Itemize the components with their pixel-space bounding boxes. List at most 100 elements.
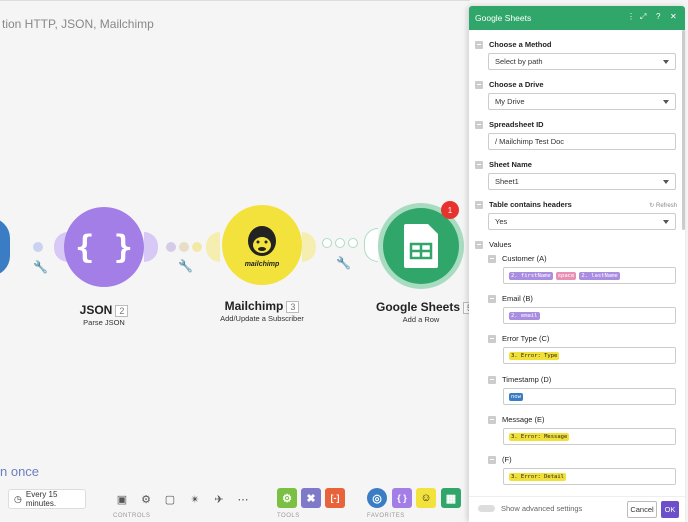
cancel-button[interactable]: Cancel	[627, 501, 657, 518]
collapse-toggle[interactable]	[488, 294, 496, 303]
spreadsheet-picker[interactable]: / Mailchimp Test Doc	[488, 133, 676, 150]
collapse-toggle[interactable]	[488, 375, 496, 384]
http-module-partial[interactable]	[0, 218, 10, 276]
field-label: Email (B)	[488, 294, 533, 303]
chevron-down-icon	[663, 180, 669, 184]
more-icon[interactable]: ⋯	[234, 490, 252, 508]
clock-icon: ◷	[14, 493, 22, 504]
scenario-title: tion HTTP, JSON, Mailchimp	[2, 17, 154, 31]
favorite-json-icon[interactable]: { }	[392, 488, 412, 508]
gear-icon[interactable]: ⚙	[137, 490, 155, 508]
advanced-settings-label: Show advanced settings	[501, 504, 583, 513]
panel-scrollbar[interactable]	[682, 30, 685, 230]
mapping-pill[interactable]: now	[509, 392, 523, 401]
headers-label: Table contains headers	[475, 200, 572, 209]
collapse-toggle[interactable]	[488, 254, 496, 263]
google-sheets-module-name: Google Sheets5	[376, 300, 477, 314]
connection-dot	[192, 242, 202, 252]
values-label: Values	[475, 240, 511, 249]
tools-router-icon[interactable]: ✖	[301, 488, 321, 508]
favorites-label: FAVORITES	[367, 513, 405, 519]
mailchimp-module[interactable]: mailchimp	[222, 205, 302, 285]
expand-icon[interactable]: ⤢	[640, 12, 646, 22]
spreadsheet-label: Spreadsheet ID	[475, 120, 544, 129]
help-icon[interactable]: ?	[656, 12, 660, 21]
connection-dot	[166, 242, 176, 252]
wrench-icon[interactable]: 🔧	[178, 259, 193, 273]
chevron-down-icon	[663, 60, 669, 64]
collapse-toggle[interactable]	[488, 455, 496, 464]
mapping-pill[interactable]: 3. Error: Type	[509, 351, 560, 360]
mapping-pill[interactable]: 2. lastName	[579, 271, 620, 280]
run-once-label[interactable]: n once	[0, 464, 39, 479]
collapse-toggle[interactable]	[475, 160, 483, 169]
tools-text-parser-icon[interactable]: [-]	[325, 488, 345, 508]
magic-wand-icon[interactable]: ✴	[186, 490, 204, 508]
mailchimp-wordmark: mailchimp	[244, 260, 280, 268]
controls-label: CONTROLS	[113, 513, 151, 519]
drive-label: Choose a Drive	[475, 80, 544, 89]
method-select[interactable]: Select by path	[488, 53, 676, 70]
collapse-toggle[interactable]	[475, 40, 483, 49]
field-input-customer[interactable]: 2. firstName space 2. lastName	[503, 267, 676, 284]
connection-dot	[348, 238, 358, 248]
chevron-down-icon	[663, 220, 669, 224]
mailchimp-monkey-icon	[248, 225, 276, 256]
connection-dot	[322, 238, 332, 248]
collapse-toggle[interactable]	[475, 240, 483, 249]
flow-icon[interactable]: ✈	[210, 490, 228, 508]
collapse-toggle[interactable]	[488, 415, 496, 424]
sheet-name-select[interactable]: Sheet1	[488, 173, 676, 190]
close-icon[interactable]: ✕	[670, 12, 677, 21]
collapse-toggle[interactable]	[475, 120, 483, 129]
refresh-button[interactable]: ↻ Refresh	[649, 202, 677, 209]
field-label: Customer (A)	[488, 254, 547, 263]
schedule-button[interactable]: ◷ Every 15 minutes.	[8, 489, 86, 509]
mailchimp-module-subtitle: Add/Update a Subscriber	[220, 314, 304, 323]
field-input-message[interactable]: 3. Error: Message	[503, 428, 676, 445]
panel-body[interactable]: Choose a Method Select by path Choose a …	[469, 30, 685, 496]
field-input-error-type[interactable]: 3. Error: Type	[503, 347, 676, 364]
save-icon[interactable]: ▣	[113, 490, 131, 508]
favorite-mailchimp-icon[interactable]: ☺	[416, 488, 436, 508]
tools-gear-icon[interactable]: ⚙	[277, 488, 297, 508]
collapse-toggle[interactable]	[488, 334, 496, 343]
field-input-timestamp[interactable]: now	[503, 388, 676, 405]
field-input-f[interactable]: 3. Error: Detail	[503, 468, 676, 485]
mailchimp-module-name: Mailchimp 3	[212, 299, 312, 313]
field-input-email[interactable]: 2. email	[503, 307, 676, 324]
json-module-subtitle: Parse JSON	[83, 318, 125, 327]
field-label: Error Type (C)	[488, 334, 549, 343]
json-module[interactable]: { }	[64, 207, 144, 287]
chevron-down-icon	[663, 100, 669, 104]
method-label: Choose a Method	[475, 40, 552, 49]
mapping-pill[interactable]: 3. Error: Detail	[509, 472, 566, 481]
connection-lobe	[144, 232, 158, 262]
module-settings-panel: Google Sheets ⋮ ⤢ ? ✕ Choose a Method Se…	[469, 6, 685, 522]
mapping-pill[interactable]: 3. Error: Message	[509, 432, 570, 441]
favorite-google-sheets-icon[interactable]: ▦	[441, 488, 461, 508]
panel-header: Google Sheets ⋮ ⤢ ? ✕	[469, 6, 685, 30]
error-badge[interactable]: 1	[441, 201, 459, 219]
schedule-label: Every 15 minutes.	[25, 490, 58, 508]
notes-icon[interactable]: ▢	[161, 490, 179, 508]
ok-button[interactable]: OK	[661, 501, 679, 518]
mapping-pill[interactable]: 2. firstName	[509, 271, 553, 280]
drive-select[interactable]: My Drive	[488, 93, 676, 110]
headers-select[interactable]: Yes	[488, 213, 676, 230]
collapse-toggle[interactable]	[475, 80, 483, 89]
more-vertical-icon[interactable]: ⋮	[627, 12, 635, 21]
panel-footer: Show advanced settings Cancel OK	[469, 496, 685, 522]
wrench-icon[interactable]: 🔧	[33, 260, 48, 274]
sheets-icon	[404, 224, 438, 268]
connection-dot	[335, 238, 345, 248]
mapping-pill[interactable]: 2. email	[509, 311, 540, 320]
advanced-settings-toggle[interactable]	[478, 505, 495, 512]
mapping-pill[interactable]: space	[555, 271, 577, 280]
collapse-toggle[interactable]	[475, 200, 483, 209]
connection-dot	[33, 242, 43, 252]
favorite-http-icon[interactable]: ◎	[367, 488, 387, 508]
connection-dot	[179, 242, 189, 252]
field-label: Timestamp (D)	[488, 375, 551, 384]
wrench-icon[interactable]: 🔧	[336, 256, 351, 270]
